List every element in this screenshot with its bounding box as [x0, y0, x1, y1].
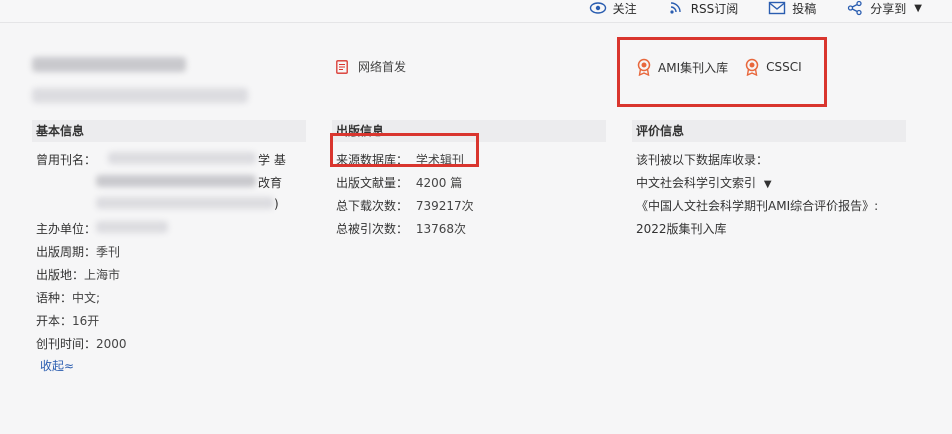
citations-row: 总被引次数： 13768次 — [336, 220, 466, 237]
collapse-link[interactable]: 收起≈ — [40, 357, 74, 374]
place-row: 出版地：上海市 — [36, 266, 120, 283]
founded-label: 创刊时间： — [36, 337, 97, 351]
index-name: 中文社会科学引文索引 — [636, 176, 757, 190]
former-name-label: 曾用刊名： — [36, 153, 97, 167]
journal-subtitle-redacted — [32, 88, 248, 103]
share-label: 分享到 — [870, 1, 907, 16]
first-publish-label: 网络首发 — [358, 60, 407, 74]
caret-down-icon: ▼ — [763, 179, 772, 190]
language-value: 中文; — [72, 291, 101, 305]
language-label: 语种： — [36, 291, 73, 305]
caret-down-icon: ▼ — [914, 2, 922, 14]
articles-value: 4200 篇 — [415, 176, 463, 190]
report-year: 2022版集刊入库 — [636, 222, 727, 236]
former-name-tail-1: 学 基 — [258, 153, 286, 167]
former-name-redacted-1 — [108, 152, 256, 164]
rss-icon — [667, 0, 685, 16]
former-name-tail-2: 改育 — [258, 176, 283, 190]
document-icon — [336, 59, 348, 74]
format-row: 开本：16开 — [36, 312, 99, 329]
rss-button[interactable]: RSS订阅 — [667, 0, 739, 17]
format-label: 开本： — [36, 314, 73, 328]
cycle-row: 出版周期：季刊 — [36, 243, 120, 260]
articles-label: 出版文献量： — [336, 176, 409, 190]
basic-info-header: 基本信息 — [32, 120, 306, 142]
downloads-row: 总下载次数： 739217次 — [336, 197, 474, 214]
downloads-label: 总下载次数： — [336, 199, 409, 213]
highlight-box-evaluation — [617, 37, 827, 107]
downloads-value: 739217次 — [415, 199, 474, 213]
report-title: 《中国人文社会科学期刊AMI综合评价报告》: — [636, 199, 879, 213]
eye-icon — [589, 0, 607, 16]
language-row: 语种：中文; — [36, 289, 100, 306]
founded-row: 创刊时间：2000 — [36, 335, 127, 352]
highlight-box-source-db — [330, 133, 479, 167]
included-label: 该刊被以下数据库收录： — [636, 153, 769, 167]
submit-button[interactable]: 投稿 — [768, 0, 816, 17]
place-label: 出版地： — [36, 268, 85, 282]
share-button[interactable]: 分享到 ▼ — [846, 0, 922, 17]
cycle-value: 季刊 — [96, 245, 121, 259]
articles-row: 出版文献量： 4200 篇 — [336, 174, 462, 191]
sponsor-label: 主办单位： — [36, 222, 97, 236]
format-value: 16开 — [72, 314, 100, 328]
top-bar: 关注 RSS订阅 投稿 分享到 ▼ — [0, 0, 952, 23]
sponsor-redacted — [96, 221, 168, 233]
rss-label: RSS订阅 — [690, 1, 739, 16]
cycle-label: 出版周期： — [36, 245, 97, 259]
index-dropdown[interactable]: 中文社会科学引文索引 ▼ — [636, 174, 772, 191]
former-name-row: 曾用刊名： — [36, 151, 96, 168]
place-value: 上海市 — [84, 268, 121, 282]
citations-value: 13768次 — [415, 222, 467, 236]
submit-label: 投稿 — [792, 1, 817, 16]
founded-value: 2000 — [96, 337, 127, 351]
former-name-redacted-3 — [96, 197, 274, 209]
citations-label: 总被引次数： — [336, 222, 409, 236]
journal-title-redacted — [32, 57, 186, 72]
follow-button[interactable]: 关注 — [589, 0, 637, 17]
former-name-tail-3: ) — [274, 197, 279, 211]
sponsor-row: 主办单位： — [36, 220, 96, 237]
share-icon — [846, 0, 864, 16]
mail-icon — [768, 0, 786, 16]
follow-label: 关注 — [612, 1, 637, 16]
top-actions: 关注 RSS订阅 投稿 分享到 ▼ — [589, 0, 922, 16]
first-publish-link[interactable]: 网络首发 — [336, 58, 406, 75]
former-name-redacted-2 — [96, 175, 256, 187]
eval-info-header: 评价信息 — [632, 120, 906, 142]
